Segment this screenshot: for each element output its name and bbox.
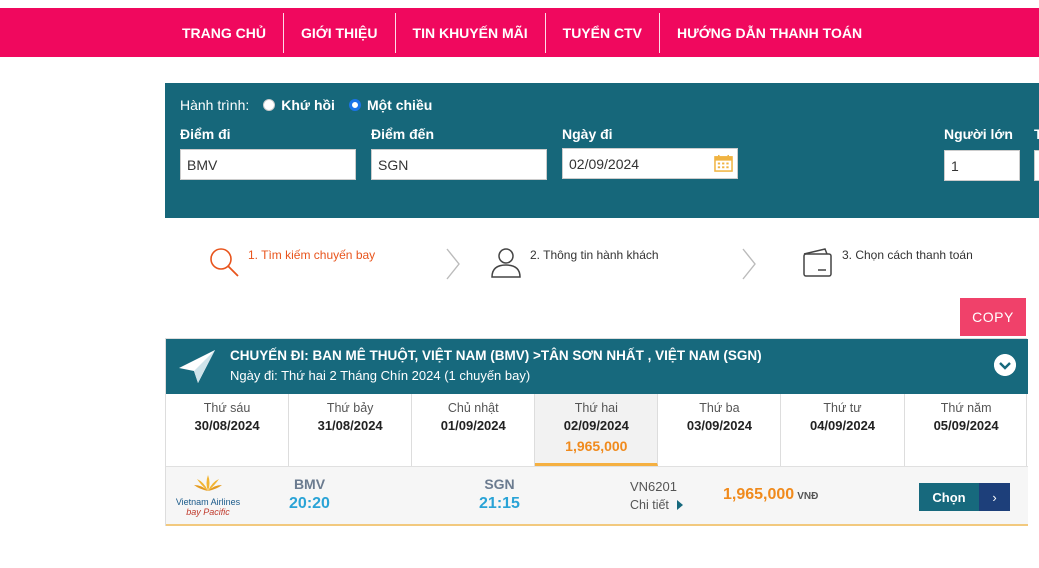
departure-code: BMV	[293, 476, 326, 492]
select-label: Chọn	[919, 483, 979, 511]
route-subtitle: Ngày đi: Thứ hai 2 Tháng Chín 2024 (1 ch…	[230, 368, 531, 383]
airline-logo: Vietnam Airlines bay Pacific	[172, 473, 244, 517]
to-field[interactable]: SGN	[371, 149, 547, 180]
step-payment-label: 3. Chọn cách thanh toán	[842, 248, 973, 262]
date-value: 30/08/2024	[194, 418, 260, 433]
date-field[interactable]: 02/09/2024	[562, 148, 738, 179]
fare-amount: 1,965,000	[723, 486, 795, 503]
paper-plane-icon	[179, 350, 215, 383]
date-tab[interactable]: Thứ bảy 31/08/2024	[289, 394, 413, 466]
wallet-icon	[803, 248, 832, 277]
children-label-partial: T	[1034, 126, 1039, 142]
adults-label: Người lớn	[944, 126, 1013, 142]
fare-currency: VNĐ	[797, 491, 819, 502]
arrival-time: 21:15	[479, 495, 520, 512]
date-tab[interactable]: Thứ năm 05/09/2024	[905, 394, 1028, 466]
fare-price: 1,965,000 VNĐ	[723, 486, 818, 504]
search-icon	[210, 248, 239, 277]
children-field-partial[interactable]	[1034, 150, 1039, 181]
date-value: 02/09/2024	[569, 155, 640, 172]
chevron-right-icon: ›	[979, 483, 1010, 511]
day-of-week: Thứ ba	[699, 401, 740, 415]
airline-partner: bay Pacific	[186, 507, 230, 517]
user-icon	[491, 248, 521, 278]
adults-value: 1	[951, 157, 959, 174]
step-search-label: 1. Tìm kiếm chuyến bay	[248, 248, 376, 262]
copy-button[interactable]: COPY	[960, 298, 1026, 336]
date-tab[interactable]: Thứ tư 04/09/2024	[781, 394, 905, 466]
arrival: SGN 21:15	[477, 476, 522, 513]
date-tab-selected[interactable]: Thứ hai 02/09/2024 1,965,000	[535, 394, 659, 466]
nav-item-recruit[interactable]: TUYỂN CTV	[546, 12, 660, 53]
nav-item-promotions[interactable]: TIN KHUYẾN MÃI	[396, 12, 546, 53]
chevron-right-icon	[446, 248, 460, 280]
day-of-week: Chủ nhật	[447, 401, 499, 415]
date-value: 05/09/2024	[933, 418, 999, 433]
date-value: 02/09/2024	[563, 418, 629, 433]
chevron-down-icon[interactable]	[994, 354, 1016, 376]
date-tab[interactable]: Thứ ba 03/09/2024	[658, 394, 782, 466]
flight-results: CHUYẾN ĐI: BAN MÊ THUỘT, VIỆT NAM (BMV) …	[165, 338, 1028, 526]
from-value: BMV	[187, 156, 218, 173]
date-tab[interactable]: Thứ sáu 30/08/2024	[166, 394, 290, 466]
step-search: 1. Tìm kiếm chuyến bay	[207, 245, 375, 279]
day-of-week: Thứ bảy	[326, 401, 374, 415]
one-way-radio-dot[interactable]	[348, 99, 361, 111]
arrival-code: SGN	[484, 476, 515, 492]
departure-time: 20:20	[289, 495, 330, 512]
nav-item-home[interactable]: TRANG CHỦ	[165, 12, 284, 53]
calendar-icon[interactable]	[714, 154, 733, 172]
select-flight-button[interactable]: Chọn ›	[919, 483, 1010, 511]
flight-row: Vietnam Airlines bay Pacific BMV 20:20 S…	[166, 466, 1028, 526]
flight-number: VN6201	[630, 479, 677, 494]
date-value: 04/09/2024	[809, 418, 876, 433]
nav-item-payment-guide[interactable]: HƯỚNG DẪN THANH TOÁN	[660, 13, 879, 53]
adults-field[interactable]: 1	[944, 150, 1020, 181]
detail-label: Chi tiết	[630, 498, 669, 512]
date-value: 31/08/2024	[317, 418, 383, 433]
caret-right-icon	[676, 500, 683, 510]
round-trip-label: Khứ hồi	[281, 97, 335, 113]
date-value: 03/09/2024	[686, 418, 752, 433]
date-value: 01/09/2024	[440, 418, 506, 433]
lowest-price: 1,965,000	[565, 438, 628, 454]
top-nav: TRANG CHỦ GIỚI THIỆU TIN KHUYẾN MÃI TUYỂ…	[0, 8, 1039, 57]
airline-name: Vietnam Airlines	[175, 497, 241, 507]
search-panel: Hành trình: Khứ hồi Một chiều Điểm đi BM…	[165, 83, 1039, 218]
day-of-week: Thứ tư	[823, 401, 862, 415]
lotus-icon	[194, 475, 222, 491]
date-label: Ngày đi	[562, 126, 613, 142]
date-strip: Thứ sáu 30/08/2024 Thứ bảy 31/08/2024 Ch…	[166, 394, 1028, 466]
nav-item-about[interactable]: GIỚI THIỆU	[284, 12, 396, 53]
round-trip-radio-dot[interactable]	[263, 99, 276, 111]
to-value: SGN	[378, 156, 409, 173]
trip-type-row: Hành trình: Khứ hồi Một chiều	[180, 97, 446, 113]
one-way-radio[interactable]: Một chiều	[348, 97, 433, 113]
to-label: Điểm đến	[371, 126, 435, 142]
day-of-week: Thứ hai	[574, 401, 618, 415]
day-of-week: Thứ năm	[940, 401, 992, 415]
step-passenger-info: 2. Thông tin hành khách	[489, 245, 659, 279]
departure: BMV 20:20	[287, 476, 332, 513]
trip-label: Hành trình:	[180, 97, 250, 113]
step-payment: 3. Chọn cách thanh toán	[801, 245, 973, 279]
flight-detail-link[interactable]: Chi tiết	[630, 498, 683, 512]
date-tab[interactable]: Chủ nhật 01/09/2024	[412, 394, 536, 466]
from-label: Điểm đi	[180, 126, 231, 142]
day-of-week: Thứ sáu	[203, 401, 251, 415]
flight-header: CHUYẾN ĐI: BAN MÊ THUỘT, VIỆT NAM (BMV) …	[166, 339, 1028, 394]
from-field[interactable]: BMV	[180, 149, 356, 180]
step-passenger-label: 2. Thông tin hành khách	[530, 248, 659, 262]
round-trip-radio[interactable]: Khứ hồi	[263, 97, 335, 113]
chevron-right-icon	[742, 248, 756, 280]
route-title: CHUYẾN ĐI: BAN MÊ THUỘT, VIỆT NAM (BMV) …	[230, 348, 762, 363]
one-way-label: Một chiều	[366, 97, 433, 113]
